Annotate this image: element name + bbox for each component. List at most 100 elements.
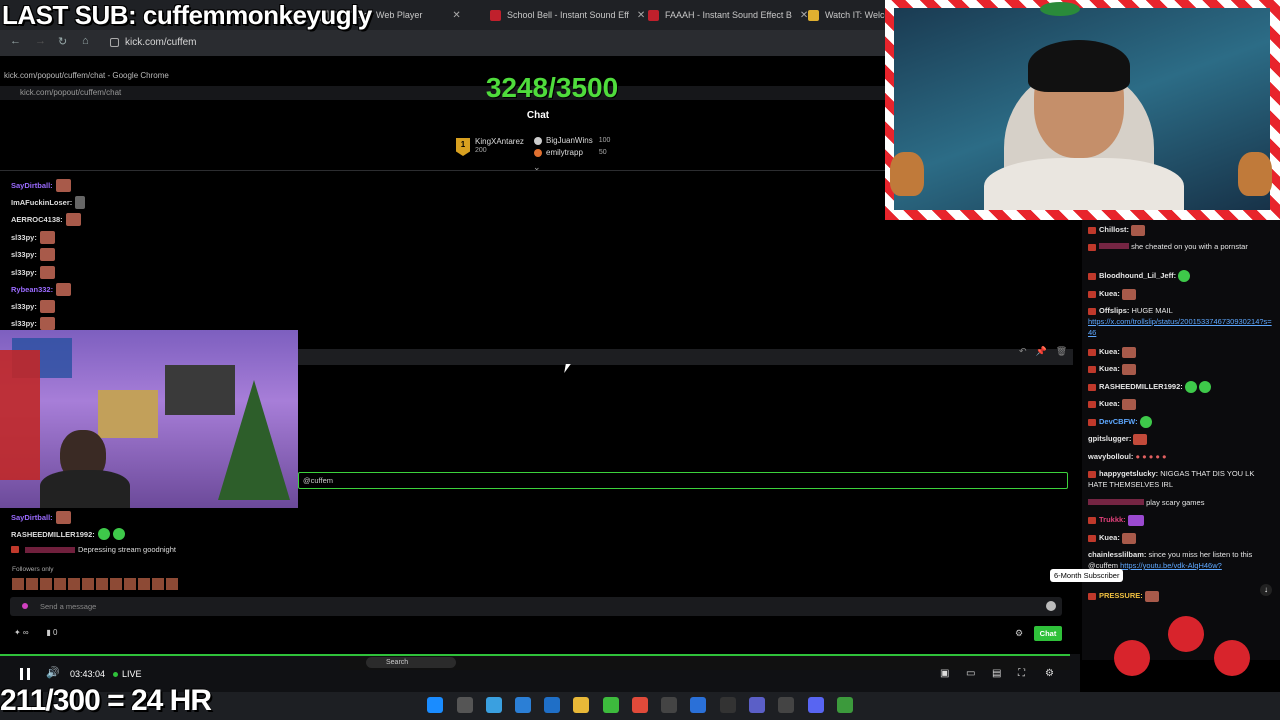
emote[interactable] [138,578,150,590]
emote[interactable] [82,578,94,590]
app-icon[interactable] [778,697,794,713]
chat-username[interactable]: Chillost: [1099,225,1129,234]
chat-message: Kuea: [1088,363,1274,375]
clip-icon[interactable]: ▤ [992,668,1001,679]
chat-username[interactable]: RASHEEDMILLER1992: [11,530,95,539]
app-icon[interactable] [837,697,853,713]
copilot-icon[interactable] [486,697,502,713]
chat-username[interactable]: Kuea: [1099,364,1120,373]
leaderboard-entry[interactable]: emilytrapp 50 [534,148,607,157]
pause-icon[interactable] [20,668,30,680]
chat-username[interactable]: Rybean332: [11,285,53,294]
emote[interactable] [124,578,136,590]
delete-icon[interactable]: 🗑 [1056,346,1067,357]
scroll-down-icon[interactable]: ↓ [1260,584,1272,596]
close-icon[interactable]: ✕ [452,10,460,21]
outlook-icon[interactable] [544,697,560,713]
chat-username[interactable]: Offslips: [1099,306,1129,315]
chat-username[interactable]: wavybolloul: [1088,452,1133,461]
theater-icon[interactable]: ▭ [966,668,975,679]
volume-icon[interactable]: 🔊 [46,666,60,679]
app-icon[interactable] [603,697,619,713]
chat-username[interactable]: DevCBFW: [1099,417,1138,426]
reply-icon[interactable]: ↶ [1019,346,1027,357]
leaderboard-entry[interactable]: BigJuanWins 100 [534,136,610,145]
tab-faaah[interactable]: FAAAH - Instant Sound Effect B ✕ [648,4,808,26]
chat-username[interactable]: Kuea: [1099,289,1120,298]
edge-icon[interactable] [515,697,531,713]
site-info-icon[interactable] [110,38,119,47]
chat-username[interactable]: RASHEEDMILLER1992: [1099,382,1183,391]
emote[interactable] [12,578,24,590]
chat-tools-icon[interactable]: ✦ ∞ ▮ 0 [14,628,58,637]
app-icon[interactable] [720,697,736,713]
emote [1198,381,1211,394]
back-icon[interactable]: ← [10,35,21,47]
pin-icon[interactable]: 📌 [1036,346,1047,357]
chat-username[interactable]: Bloodhound_Lil_Jeff: [1099,271,1176,280]
forward-icon[interactable]: → [35,35,46,47]
leaderboard-entry[interactable]: KingXAntarez [475,137,524,146]
tab-watch-it[interactable]: Watch IT: Welcom [808,4,897,26]
app-icon[interactable] [661,697,677,713]
chat-message: Kuea: [1088,288,1274,300]
fullscreen-icon[interactable]: ⛶ [1018,668,1025,679]
counter: 0 [53,628,58,637]
close-icon[interactable]: ✕ [637,10,645,21]
chat-username[interactable]: sl33py: [11,319,37,328]
file-explorer-icon[interactable] [573,697,589,713]
chat-username[interactable]: Kuea: [1099,399,1120,408]
tab-school-bell[interactable]: School Bell - Instant Sound Eff ✕ [490,4,645,26]
emote[interactable] [68,578,80,590]
chat-username[interactable]: PRESSURE: [1099,591,1143,600]
chat-username[interactable]: Kuea: [1099,533,1120,542]
gear-icon[interactable]: ⚙ [1015,628,1023,639]
chat-username[interactable]: happygetslucky: [1099,469,1158,478]
emote [1144,590,1159,602]
chat-username[interactable]: ImAFuckinLoser: [11,198,72,207]
emote[interactable] [40,578,52,590]
chat-username[interactable]: gpitslugger: [1088,434,1131,443]
emote [97,528,110,540]
chat-username[interactable]: Kuea: [1099,347,1120,356]
chat-username[interactable]: SayDirtball: [11,513,53,522]
chevron-down-icon[interactable]: ⌄ [533,162,541,173]
chat-username[interactable]: SayDirtball: [11,181,53,190]
url-field[interactable]: kick.com/cuffem [110,34,197,51]
emote[interactable] [26,578,38,590]
home-icon[interactable]: ⌂ [82,35,89,47]
chat-username[interactable]: chainlesslilbam: [1088,550,1146,559]
chat-send-button[interactable]: Chat [1034,626,1062,641]
chat-username[interactable]: Trukkk: [1099,515,1126,524]
emote[interactable] [152,578,164,590]
store-icon[interactable] [690,697,706,713]
inner-search-input[interactable]: Search [366,657,456,668]
chat-link[interactable]: https://x.com/trollslip/status/200153374… [1088,317,1272,337]
chat-username[interactable]: sl33py: [11,268,37,277]
start-icon[interactable] [427,697,443,713]
pip-icon[interactable]: ▣ [940,668,949,679]
discord-icon[interactable] [808,697,824,713]
emote[interactable] [54,578,66,590]
reply-context[interactable]: @cuffem [298,472,1068,489]
emote[interactable] [110,578,122,590]
chat-username[interactable]: sl33py: [11,302,37,311]
task-view-icon[interactable] [457,697,473,713]
emote[interactable] [96,578,108,590]
chat-username[interactable]: AERROC4138: [11,215,63,224]
chrome-icon[interactable] [632,697,648,713]
emoji-icon[interactable] [1046,601,1056,611]
chat-message: Kuea: [1088,346,1274,358]
tab-favicon [648,9,659,21]
teams-icon[interactable] [749,697,765,713]
chat-username[interactable]: sl33py: [11,233,37,242]
message-input[interactable]: Send a message [10,597,1062,616]
streamer-webcam [894,8,1270,210]
emote[interactable] [166,578,178,590]
stream-time: 03:43:04 [70,669,106,679]
settings-icon[interactable]: ⚙ [1045,668,1054,679]
emote [65,213,81,226]
reload-icon[interactable]: ↻ [58,35,67,48]
chat-link[interactable]: https://youtu.be/vdk-AlqH46w? [1120,561,1222,570]
chat-username[interactable]: sl33py: [11,250,37,259]
